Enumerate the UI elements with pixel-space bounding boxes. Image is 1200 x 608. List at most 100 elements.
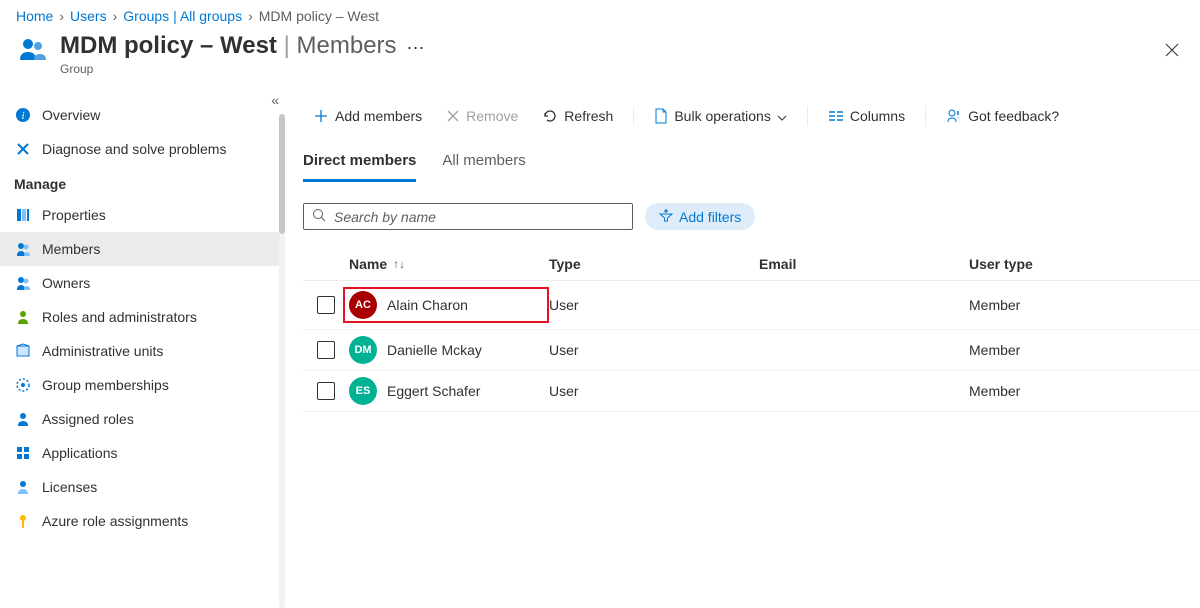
toolbar-separator	[925, 106, 926, 126]
page-header: MDM policy – West | Members Group ⋯	[0, 28, 1200, 90]
breadcrumb: Home › Users › Groups | All groups › MDM…	[0, 0, 1200, 28]
refresh-button[interactable]: Refresh	[532, 104, 623, 128]
feedback-icon	[946, 108, 962, 124]
sidebar-item-label: Assigned roles	[42, 411, 134, 427]
breadcrumb-sep: ›	[113, 8, 118, 24]
col-email[interactable]: Email	[759, 256, 969, 272]
sidebar-item-assigned-roles[interactable]: Assigned roles	[0, 402, 285, 436]
owners-icon	[14, 274, 32, 292]
columns-button[interactable]: Columns	[818, 104, 915, 128]
member-user-type: Member	[969, 297, 1129, 313]
tab-all-members[interactable]: All members	[442, 146, 525, 182]
sidebar-item-roles-and-administrators[interactable]: Roles and administrators	[0, 300, 285, 334]
bulk-operations-button[interactable]: Bulk operations	[644, 104, 797, 128]
azure-role-icon	[14, 512, 32, 530]
feedback-button[interactable]: Got feedback?	[936, 104, 1069, 128]
sidebar-item-label: Members	[42, 241, 100, 257]
sidebar-item-licenses[interactable]: Licenses	[0, 470, 285, 504]
sidebar-item-applications[interactable]: Applications	[0, 436, 285, 470]
sidebar-item-label: Group memberships	[42, 377, 169, 393]
svg-text:i: i	[21, 110, 24, 122]
row-checkbox[interactable]	[317, 382, 335, 400]
remove-button: Remove	[436, 104, 528, 128]
sidebar-item-owners[interactable]: Owners	[0, 266, 285, 300]
breadcrumb-sep: ›	[59, 8, 64, 24]
table-row[interactable]: DM Danielle Mckay User Member	[303, 330, 1200, 371]
avatar: DM	[349, 336, 377, 364]
more-actions-icon[interactable]: ⋯	[407, 32, 425, 59]
tab-direct-members[interactable]: Direct members	[303, 146, 416, 182]
diagnose-icon	[14, 140, 32, 158]
licenses-icon	[14, 478, 32, 496]
row-checkbox[interactable]	[317, 341, 335, 359]
applications-icon	[14, 444, 32, 462]
breadcrumb-users[interactable]: Users	[70, 8, 107, 24]
table-header: Name ↑↓ Type Email User type	[303, 248, 1200, 281]
chevron-down-icon	[777, 108, 787, 124]
toolbar-separator	[807, 106, 808, 126]
name-cell[interactable]: ES Eggert Schafer	[349, 377, 549, 405]
sort-icon: ↑↓	[393, 257, 405, 271]
roles-icon	[14, 308, 32, 326]
sidebar-item-administrative-units[interactable]: Administrative units	[0, 334, 285, 368]
filter-icon	[659, 208, 673, 225]
columns-icon	[828, 110, 844, 122]
member-type: User	[549, 297, 759, 313]
page-title: MDM policy – West | Members	[60, 32, 397, 60]
breadcrumb-groups[interactable]: Groups | All groups	[123, 8, 242, 24]
admin-units-icon	[14, 342, 32, 360]
col-name[interactable]: Name ↑↓	[349, 256, 549, 272]
plus-icon	[313, 108, 329, 124]
breadcrumb-sep: ›	[248, 8, 253, 24]
breadcrumb-home[interactable]: Home	[16, 8, 53, 24]
refresh-icon	[542, 108, 558, 124]
sidebar-item-label: Administrative units	[42, 343, 163, 359]
search-box[interactable]	[303, 203, 633, 230]
breadcrumb-current: MDM policy – West	[259, 8, 379, 24]
sidebar-item-label: Roles and administrators	[42, 309, 197, 325]
member-user-type: Member	[969, 342, 1129, 358]
member-type: User	[549, 342, 759, 358]
row-checkbox[interactable]	[317, 296, 335, 314]
name-cell[interactable]: DM Danielle Mckay	[349, 336, 549, 364]
search-icon	[312, 208, 326, 225]
avatar: AC	[349, 291, 377, 319]
sidebar-section-manage: Manage	[0, 166, 285, 198]
close-icon[interactable]	[1164, 42, 1180, 61]
file-icon	[654, 108, 668, 124]
table-row[interactable]: ESEggert SchaferUserMember	[303, 371, 1200, 412]
filter-row: Add filters	[303, 203, 1200, 230]
table-row[interactable]: ACAlain CharonUser Member	[303, 281, 1200, 330]
avatar: ES	[349, 377, 377, 405]
search-input[interactable]	[334, 209, 624, 225]
col-user-type[interactable]: User type	[969, 256, 1129, 272]
members-icon	[14, 240, 32, 258]
member-type: User	[549, 383, 759, 399]
add-members-button[interactable]: Add members	[303, 104, 432, 128]
sidebar-item-label: Overview	[42, 107, 100, 123]
group-icon	[16, 32, 50, 66]
sidebar-item-properties[interactable]: Properties	[0, 198, 285, 232]
sidebar-item-overview[interactable]: i Overview	[0, 98, 285, 132]
content: Add members Remove Refresh Bulk operatio…	[285, 90, 1200, 608]
sidebar-item-label: Owners	[42, 275, 90, 291]
sidebar-item-label: Licenses	[42, 479, 97, 495]
add-filters-button[interactable]: Add filters	[645, 203, 755, 230]
x-icon	[446, 109, 460, 123]
sidebar-item-group-memberships[interactable]: Group memberships	[0, 368, 285, 402]
sidebar-item-azure-role-assignments[interactable]: Azure role assignments	[0, 504, 285, 538]
member-name: Danielle Mckay	[387, 342, 482, 358]
sidebar: « i Overview Diagnose and solve problems M…	[0, 90, 285, 608]
sidebar-item-members[interactable]: Members	[0, 232, 285, 266]
sidebar-item-diagnose-and-solve-problems[interactable]: Diagnose and solve problems	[0, 132, 285, 166]
group-memberships-icon	[14, 376, 32, 394]
sidebar-item-label: Applications	[42, 445, 118, 461]
sidebar-item-label: Properties	[42, 207, 106, 223]
collapse-sidebar-icon[interactable]: «	[271, 92, 279, 108]
sidebar-item-label: Azure role assignments	[42, 513, 188, 529]
member-name: Eggert Schafer	[387, 383, 480, 399]
assigned-roles-icon	[14, 410, 32, 428]
col-type[interactable]: Type	[549, 256, 759, 272]
sidebar-item-label: Diagnose and solve problems	[42, 141, 226, 157]
name-cell[interactable]: ACAlain Charon	[343, 287, 549, 323]
